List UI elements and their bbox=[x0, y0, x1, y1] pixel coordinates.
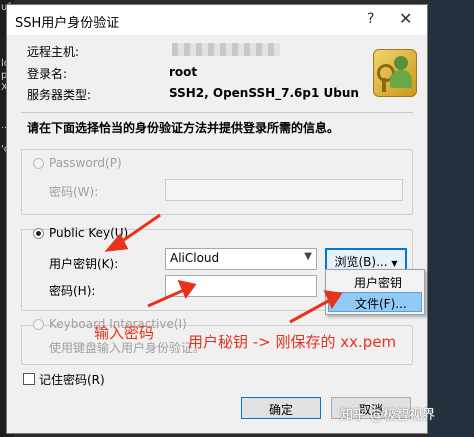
arrow-to-user-key-label bbox=[117, 213, 161, 246]
annotation-arrows bbox=[104, 213, 343, 324]
arrowhead-icon bbox=[323, 290, 343, 310]
annotation-user-key: 用户秘钥 -> 刚保存的 xx.pem bbox=[188, 333, 397, 351]
arrow-to-passphrase bbox=[147, 288, 185, 308]
annotation-enter-password: 输入密码 bbox=[94, 324, 155, 342]
arrow-to-file-menu bbox=[289, 298, 331, 324]
arrowhead-icon bbox=[177, 279, 197, 300]
arrowhead-icon bbox=[104, 233, 129, 252]
watermark: 知乎 @极智视界 bbox=[340, 408, 436, 423]
